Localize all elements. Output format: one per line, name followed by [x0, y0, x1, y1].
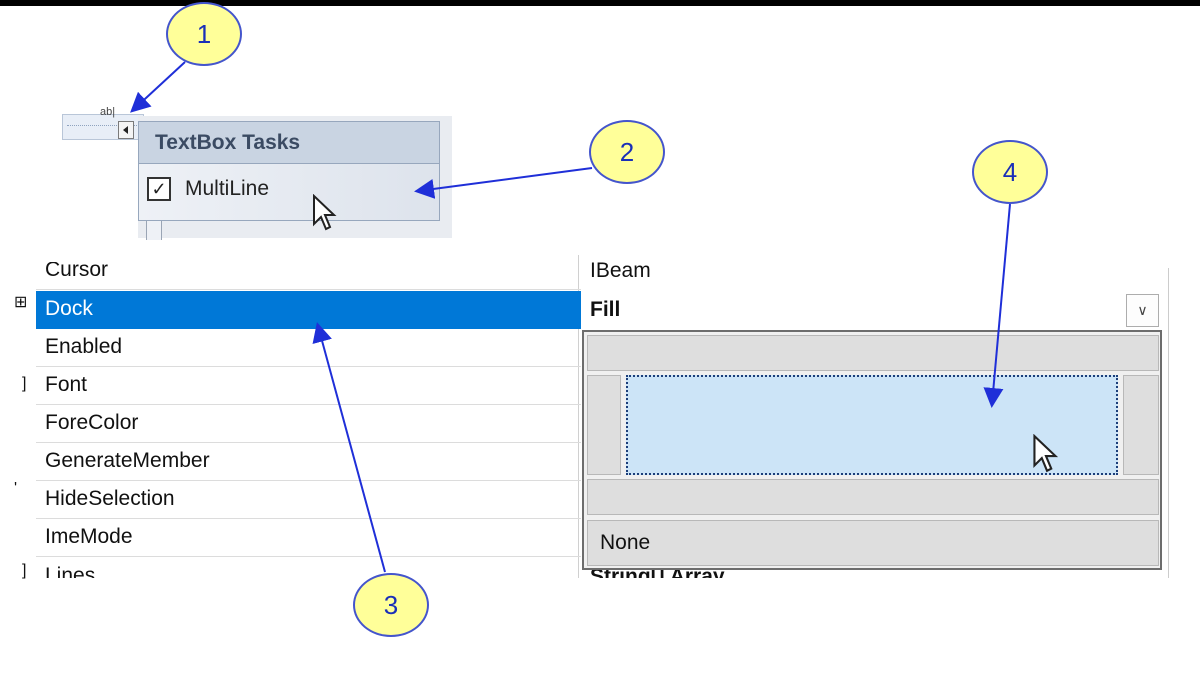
callout-2-arrow [414, 167, 593, 199]
callout-3: 3 [353, 573, 429, 637]
callout-3-arrow [312, 322, 386, 573]
callout-4-arrow [983, 203, 1011, 408]
callout-1-arrow [130, 61, 186, 113]
callout-2: 2 [589, 120, 665, 184]
callout-1: 1 [166, 2, 242, 66]
callout-4: 4 [972, 140, 1048, 204]
annotation-arrows [130, 61, 1011, 573]
